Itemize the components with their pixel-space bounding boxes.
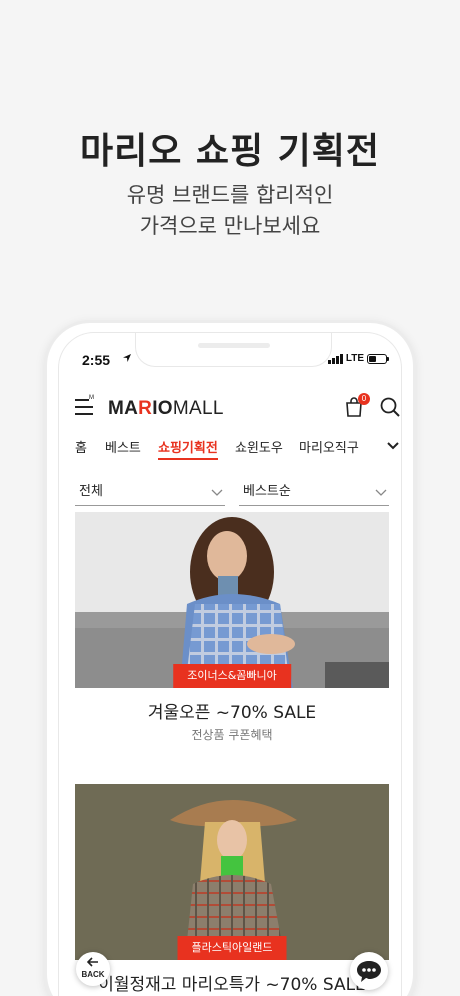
menu-superscript: M [89,395,94,401]
chevron-down-icon [211,489,223,496]
category-select[interactable]: 전체 [75,481,225,506]
event-card-image: 플라스틱아일랜드 [75,784,389,960]
event-card-image: 조이너스&꼼빠니아 [75,512,389,688]
logo-text-1: MA [108,398,139,419]
app-header: M MARIOMALL 0 [59,389,401,429]
tab-shopping-event[interactable]: 쇼핑기획전 [158,437,218,460]
location-arrow-icon [123,354,131,362]
mariomall-logo[interactable]: MARIOMALL [108,398,224,420]
tab-home[interactable]: 홈 [75,437,87,456]
brand-tag: 조이너스&꼼빠니아 [173,664,291,688]
tab-showwindow[interactable]: 쇼윈도우 [235,437,283,456]
sort-select-value: 베스트순 [243,484,291,499]
logo-text-accent: R [138,398,153,419]
search-icon[interactable] [379,396,401,418]
event-subtitle: 전상품 쿠폰혜택 [191,728,273,742]
cart-count-badge: 0 [358,393,370,405]
chat-button[interactable] [350,952,388,990]
category-select-value: 전체 [79,484,103,499]
filter-bar: 전체 베스트순 [75,481,389,509]
chevron-down-icon [375,489,387,496]
model-photo [75,784,389,960]
status-time: 2:55 [82,352,111,368]
brand-tag: 플라스틱아일랜드 [177,936,287,960]
logo-text-2: IO [152,398,173,419]
category-tabs: 홈 베스트 쇼핑기획전 쇼윈도우 마리오직구 [59,433,401,460]
tab-mario-direct[interactable]: 마리오직구 [299,437,359,456]
back-button[interactable]: BACK [76,952,110,986]
event-card[interactable]: 조이너스&꼼빠니아 겨울오픈 ~70% SALE 전상품 쿠폰혜택 [75,512,389,752]
speaker-grille [198,343,270,348]
arrow-left-icon [87,957,98,967]
event-title: 이월정재고 마리오특가 ~70% SALE [98,975,366,995]
search-glyph [380,397,400,417]
phone-frame: 2:55 LTE M MARIOMALL 0 홈 베스트 쇼핑기획전 쇼윈도우 … [44,320,416,996]
phone-notch [135,333,332,367]
promo-subtitle-line2: 가격으로 만나보세요 [139,214,321,238]
logo-text-3: MALL [172,398,224,419]
event-title: 겨울오픈 ~70% SALE [147,703,317,723]
chevron-down-icon[interactable] [387,441,399,451]
model-photo [75,512,389,688]
status-indicators: LTE [327,353,389,364]
sort-select[interactable]: 베스트순 [239,481,389,506]
menu-icon[interactable] [75,399,93,415]
promo-subtitle-line1: 유명 브랜드를 합리적인 [126,183,334,207]
shopping-bag-icon[interactable]: 0 [343,393,370,418]
network-label: LTE [345,353,364,364]
signal-icon [327,353,343,364]
event-card[interactable]: 플라스틱아일랜드 이월정재고 마리오특가 ~70% SALE [75,784,389,996]
back-label: BACK [81,970,105,979]
chat-bubble-icon [357,961,381,982]
promo-title: 마리오 쇼핑 기획전 [79,131,381,172]
tab-best[interactable]: 베스트 [105,437,141,456]
battery-icon [367,353,389,364]
app-screen: 2:55 LTE M MARIOMALL 0 홈 베스트 쇼핑기획전 쇼윈도우 … [58,332,402,996]
promo-subtitle: 유명 브랜드를 합리적인 가격으로 만나보세요 [0,180,460,242]
